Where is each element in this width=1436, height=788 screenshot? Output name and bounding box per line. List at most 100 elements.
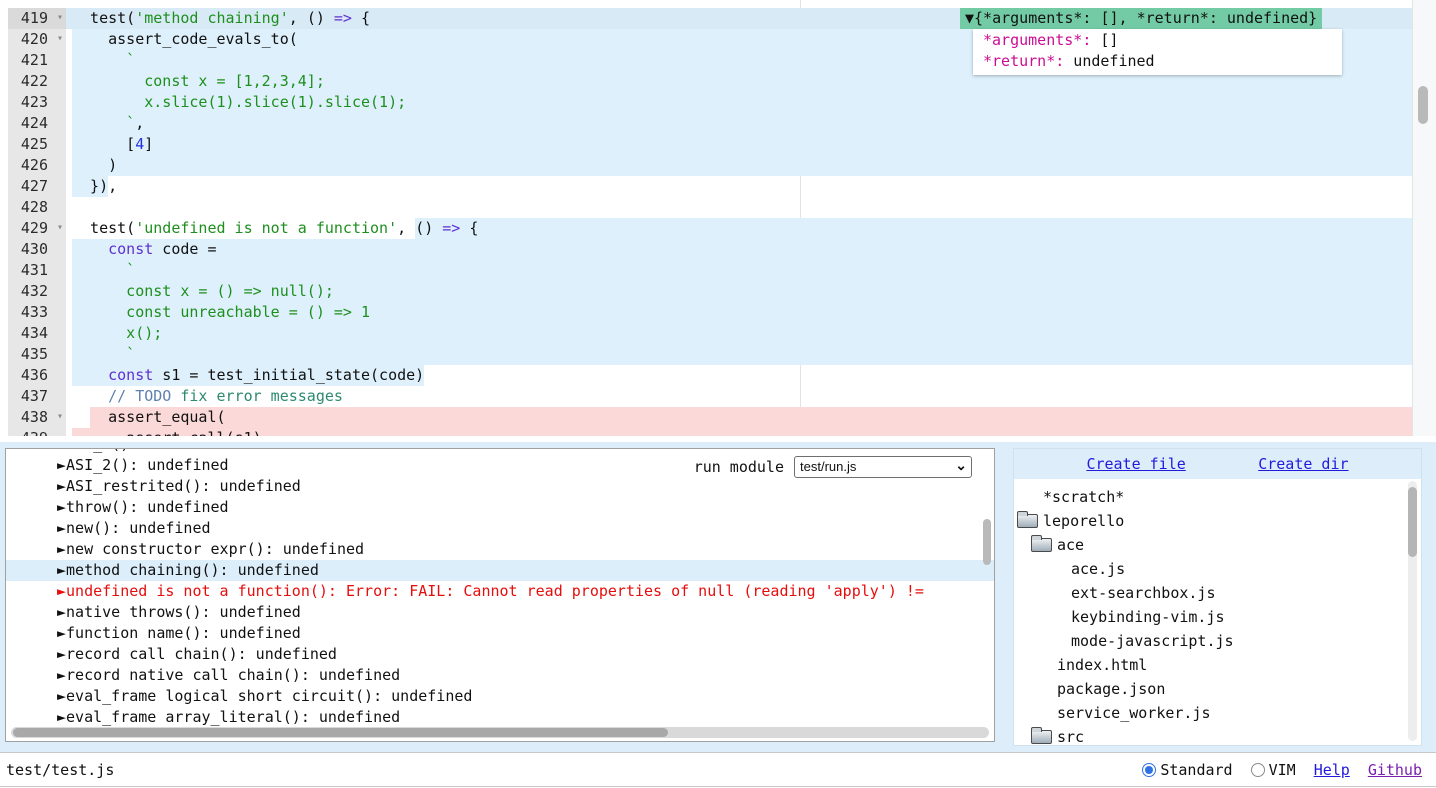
tooltip-row[interactable]: *return*: undefined (983, 51, 1342, 72)
fold-arrow-icon[interactable]: ▾ (57, 28, 63, 49)
test-result-row[interactable]: ►native throws(): undefined (6, 602, 994, 623)
gutter-line-number[interactable]: 419▾ (0, 8, 66, 29)
editor-line[interactable]: 438▾ assert_equal( (0, 407, 1412, 428)
test-result-row[interactable]: ►record native call chain(): undefined (6, 665, 994, 686)
code-line[interactable]: const s1 = test_initial_state(code) (66, 365, 1412, 386)
tree-item-file[interactable]: index.html (1014, 653, 1421, 677)
editor-line[interactable]: 439 assert_call(s1) (0, 428, 1412, 436)
editor-line[interactable]: 432 const x = () => null(); (0, 281, 1412, 302)
test-result-row[interactable]: ►function name(): undefined (6, 623, 994, 644)
gutter-line-number[interactable]: 439 (0, 428, 66, 436)
files-scrollbar-thumb[interactable] (1408, 487, 1417, 557)
tree-item-folder[interactable]: leporello (1014, 509, 1421, 533)
gutter-line-number[interactable]: 429▾ (0, 218, 66, 239)
code-line[interactable]: x.slice(1).slice(1).slice(1); (66, 92, 1412, 113)
code-line[interactable]: `, (66, 113, 1412, 134)
test-result-row[interactable]: ►ASI_restrited(): undefined (6, 476, 994, 497)
fold-arrow-icon[interactable]: ▾ (57, 406, 63, 427)
code-line[interactable]: ` (66, 260, 1412, 281)
radio-selected-icon[interactable] (1142, 763, 1156, 777)
gutter-line-number[interactable]: 426 (0, 155, 66, 176)
editor-line[interactable]: 430 const code = (0, 239, 1412, 260)
code-line[interactable]: assert_equal( (66, 407, 1412, 428)
code-line[interactable]: ) (66, 155, 1412, 176)
gutter-line-number[interactable]: 430 (0, 239, 66, 260)
results-vertical-scrollbar[interactable] (983, 519, 991, 565)
editor-line[interactable]: 427 }), (0, 176, 1412, 197)
test-result-row[interactable]: ►new constructor expr(): undefined (6, 539, 994, 560)
tree-item-folder[interactable]: ace (1014, 533, 1421, 557)
code-line[interactable]: }), (66, 176, 1412, 197)
gutter-line-number[interactable]: 423 (0, 92, 66, 113)
gutter-line-number[interactable]: 421 (0, 50, 66, 71)
gutter-line-number[interactable]: 434 (0, 323, 66, 344)
radio-unselected-icon[interactable] (1251, 763, 1265, 777)
gutter-line-number[interactable]: 424 (0, 113, 66, 134)
tree-item-file[interactable]: service_worker.js (1014, 701, 1421, 725)
gutter-line-number[interactable]: 436 (0, 365, 66, 386)
test-result-row[interactable]: ►throw(): undefined (6, 497, 994, 518)
tree-item-folder[interactable]: src (1014, 725, 1421, 746)
tree-item-file[interactable]: *scratch* (1014, 485, 1421, 509)
code-line[interactable]: test('undefined is not a function', () =… (66, 218, 1412, 239)
gutter-line-number[interactable]: 420▾ (0, 29, 66, 50)
run-module-select[interactable]: test/run.js ⌄ (794, 456, 972, 478)
test-results-panel[interactable]: ►ASI_1(): undefined►ASI_2(): undefined►A… (5, 448, 995, 742)
editor-line[interactable]: 433 const unreachable = () => 1 (0, 302, 1412, 323)
editor-line[interactable]: 431 ` (0, 260, 1412, 281)
gutter-line-number[interactable]: 433 (0, 302, 66, 323)
editor-line[interactable]: 437 // TODO fix error messages (0, 386, 1412, 407)
editor-line[interactable]: 423 x.slice(1).slice(1).slice(1); (0, 92, 1412, 113)
code-line[interactable]: ` (66, 344, 1412, 365)
keybinding-standard-radio[interactable]: Standard (1142, 761, 1232, 779)
test-result-row[interactable]: ►undefined is not a function(): Error: F… (6, 581, 994, 602)
fold-arrow-icon[interactable]: ▾ (57, 7, 63, 28)
tree-item-file[interactable]: ace.js (1014, 557, 1421, 581)
code-line[interactable]: const code = (66, 239, 1412, 260)
code-line[interactable]: assert_call(s1) (66, 428, 1412, 436)
code-line[interactable]: const unreachable = () => 1 (66, 302, 1412, 323)
results-horizontal-scrollbar-thumb[interactable] (13, 728, 668, 737)
editor-line[interactable]: 425 [4] (0, 134, 1412, 155)
gutter-line-number[interactable]: 425 (0, 134, 66, 155)
tree-item-file[interactable]: package.json (1014, 677, 1421, 701)
keybinding-vim-radio[interactable]: VIM (1251, 761, 1296, 779)
editor-line[interactable]: 428 (0, 197, 1412, 218)
test-result-row[interactable]: ►eval_frame array_literal(): undefined (6, 707, 994, 728)
gutter-line-number[interactable]: 437 (0, 386, 66, 407)
github-link[interactable]: Github (1368, 761, 1422, 779)
test-result-row[interactable]: ►record call chain(): undefined (6, 644, 994, 665)
gutter-line-number[interactable]: 422 (0, 71, 66, 92)
tree-item-file[interactable]: keybinding-vim.js (1014, 605, 1421, 629)
gutter-line-number[interactable]: 431 (0, 260, 66, 281)
test-result-row[interactable]: ►new(): undefined (6, 518, 994, 539)
editor-line[interactable]: 434 x(); (0, 323, 1412, 344)
gutter-line-number[interactable]: 432 (0, 281, 66, 302)
gutter-line-number[interactable]: 438▾ (0, 407, 66, 428)
code-line[interactable]: const x = () => null(); (66, 281, 1412, 302)
value-tooltip-header[interactable]: ▼{*arguments*: [], *return*: undefined} (960, 8, 1322, 29)
tree-item-file[interactable]: ext-searchbox.js (1014, 581, 1421, 605)
help-link[interactable]: Help (1314, 761, 1350, 779)
tooltip-row[interactable]: *arguments*: [] (983, 30, 1342, 51)
code-line[interactable]: x(); (66, 323, 1412, 344)
test-result-row[interactable]: ►method chaining(): undefined (6, 560, 994, 581)
fold-arrow-icon[interactable]: ▾ (57, 217, 63, 238)
tree-item-file[interactable]: mode-javascript.js (1014, 629, 1421, 653)
results-horizontal-scrollbar[interactable] (11, 727, 989, 738)
code-line[interactable]: [4] (66, 134, 1412, 155)
gutter-line-number[interactable]: 427 (0, 176, 66, 197)
gutter-line-number[interactable]: 428 (0, 197, 66, 218)
editor-line[interactable]: 435 ` (0, 344, 1412, 365)
gutter-line-number[interactable]: 435 (0, 344, 66, 365)
code-line[interactable]: // TODO fix error messages (66, 386, 1412, 407)
create-dir-link[interactable]: Create dir (1258, 455, 1348, 473)
code-line[interactable] (66, 197, 1412, 218)
editor-scrollbar[interactable] (1412, 0, 1436, 436)
editor-line[interactable]: 429▾ test('undefined is not a function',… (0, 218, 1412, 239)
test-result-row[interactable]: ►ASI_1(): undefined (6, 448, 994, 455)
test-result-row[interactable]: ►eval_frame logical short circuit(): und… (6, 686, 994, 707)
editor-line[interactable]: 426 ) (0, 155, 1412, 176)
editor-scrollbar-thumb[interactable] (1418, 86, 1428, 124)
editor-line[interactable]: 424 `, (0, 113, 1412, 134)
